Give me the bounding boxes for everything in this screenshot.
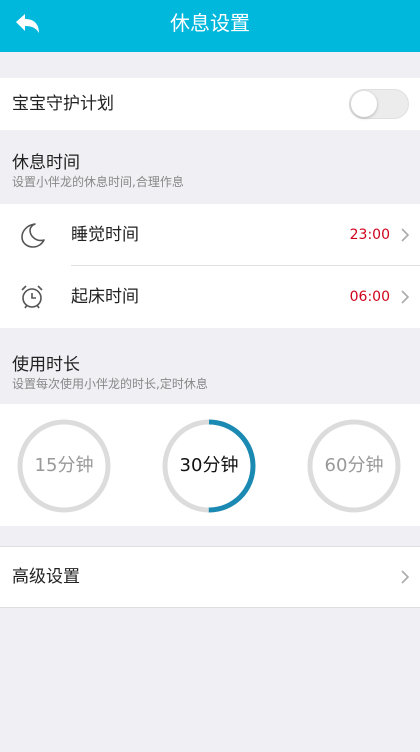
guard-plan-toggle[interactable] [349, 89, 409, 119]
advanced-settings-row[interactable]: 高级设置 [0, 546, 420, 608]
usage-duration-panel: 15分钟 30分钟 60分钟 [0, 404, 420, 526]
sleep-time-row[interactable]: 睡觉时间 23:00 [0, 204, 420, 266]
guard-plan-label: 宝宝守护计划 [12, 94, 114, 114]
duration-option-15[interactable]: 15分钟 [16, 418, 112, 514]
page-title: 休息设置 [170, 11, 250, 35]
duration-option-60[interactable]: 60分钟 [306, 418, 402, 514]
rest-time-title: 休息时间 [12, 153, 80, 173]
duration-option-30[interactable]: 30分钟 [161, 418, 257, 514]
chevron-right-icon [400, 289, 410, 305]
duration-option-label: 15分钟 [34, 455, 94, 476]
advanced-settings-label: 高级设置 [12, 567, 80, 587]
moon-icon [18, 221, 46, 249]
wake-time-value: 06:00 [349, 289, 390, 305]
usage-duration-title: 使用时长 [12, 355, 80, 375]
header-bar: 休息设置 [0, 0, 420, 52]
wake-time-label: 起床时间 [71, 287, 139, 307]
usage-duration-subtitle: 设置每次使用小伴龙的时长,定时休息 [12, 377, 208, 391]
alarm-clock-icon [18, 283, 46, 311]
duration-option-label: 30分钟 [179, 455, 239, 476]
rest-time-subtitle: 设置小伴龙的休息时间,合理作息 [12, 175, 184, 189]
sleep-time-label: 睡觉时间 [71, 225, 139, 245]
toggle-knob [351, 91, 377, 117]
wake-time-row[interactable]: 起床时间 06:00 [0, 266, 420, 328]
chevron-right-icon [400, 569, 410, 585]
rest-time-panel: 睡觉时间 23:00 起床时间 06:00 [0, 204, 420, 328]
sleep-time-value: 23:00 [349, 227, 390, 243]
duration-option-label: 60分钟 [324, 455, 384, 476]
chevron-right-icon [400, 227, 410, 243]
